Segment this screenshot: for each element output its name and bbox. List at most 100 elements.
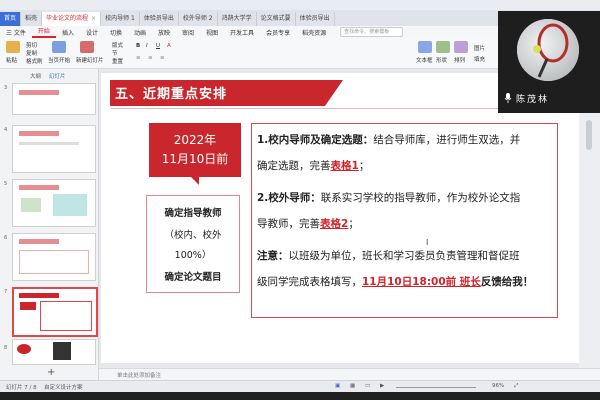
slide-number: 8 [4, 345, 8, 351]
microphone-icon[interactable] [504, 93, 512, 103]
normal-view-icon[interactable]: ▣ [335, 383, 340, 389]
task-line-3: 100%） [174, 250, 212, 261]
copy-button[interactable]: 复制 [26, 49, 37, 57]
window-top-strip [0, 0, 600, 10]
section-button[interactable]: 节 [112, 49, 118, 57]
menu-review[interactable]: 审阅 [176, 28, 200, 37]
bold-icon[interactable]: B [136, 43, 140, 49]
menu-docer[interactable]: 稻壳资源 [296, 28, 332, 37]
new-slide-button[interactable]: 新建幻灯片 [76, 56, 104, 64]
tab-export-1[interactable]: 体验员导出 [140, 12, 179, 26]
vertical-scrollbar[interactable] [580, 69, 600, 368]
add-slide-icon[interactable]: + [47, 367, 55, 378]
screen-bottom-edge [0, 392, 600, 400]
underline-icon[interactable]: U [156, 43, 160, 49]
tab-label: 毕业论文的流程 [46, 15, 89, 22]
task-box: 确定指导教师 （校内、校外 100%） 确定论文题目 [146, 195, 240, 293]
zoom-slider[interactable] [396, 387, 476, 388]
shape-button[interactable]: 形状 [436, 56, 447, 64]
slide-thumbnail[interactable] [12, 339, 96, 365]
tab-format[interactable]: 论文格式要 [257, 12, 296, 26]
slide-thumbnail[interactable] [12, 83, 96, 115]
from-current-button[interactable]: 当页开始 [48, 56, 70, 64]
thumb-box [19, 250, 89, 274]
menu-developer[interactable]: 开发工具 [224, 28, 260, 37]
tab-docer[interactable]: 稻壳 [21, 12, 43, 26]
align-left-icon[interactable]: ≡ [136, 55, 141, 61]
close-icon[interactable]: × [91, 15, 96, 22]
shape-icon[interactable] [436, 41, 450, 53]
menu-slideshow[interactable]: 放映 [152, 28, 176, 37]
italic-icon[interactable]: I [146, 43, 148, 49]
layout-button[interactable]: 版式 [112, 41, 123, 49]
text-box-button[interactable]: 文本框 [416, 56, 433, 64]
reset-button[interactable]: 重置 [112, 57, 123, 65]
tab-thesis-process[interactable]: 毕业论文的流程 × [42, 12, 102, 26]
paste-icon[interactable] [6, 41, 20, 53]
font-color-icon[interactable]: A [167, 43, 171, 49]
tab-label: 体验员导出 [299, 15, 330, 22]
align-right-icon[interactable]: ≡ [160, 55, 165, 61]
tab-university[interactable]: 鸿鹄大学学 [218, 12, 257, 26]
p1-heading: 1.校内导师及确定选题： [257, 134, 374, 146]
p1-text: 结合导师库，进行师生双选，并 [373, 134, 521, 146]
zoom-level: 96% [492, 383, 505, 389]
menu-start[interactable]: 开始 [31, 27, 56, 38]
fit-window-icon[interactable]: ⤢ [514, 383, 518, 390]
tab-internal-advisor[interactable]: 校内导师 1 [101, 12, 140, 26]
thumb-title-bar [19, 185, 59, 190]
title-divider [111, 108, 561, 109]
slide-thumbnail[interactable] [12, 233, 96, 281]
slide-thumbnail-selected[interactable] [12, 287, 98, 337]
menu-insert[interactable]: 插入 [56, 28, 80, 37]
menu-file[interactable]: 三 文件 [0, 28, 32, 37]
thumb-title-bar [19, 131, 59, 136]
arrange-button[interactable]: 排列 [454, 56, 465, 64]
slideshow-icon[interactable]: ▶ [380, 383, 384, 389]
p2-text: 联系实习学校的指导教师，作为校外论文指 [320, 192, 521, 204]
menu-design[interactable]: 设计 [80, 28, 104, 37]
command-search-input[interactable]: 查找命令、搜索模板 [340, 27, 404, 37]
participant-video-tile[interactable]: 陈茂林 [498, 11, 600, 113]
thumb-date-box [20, 302, 36, 310]
p2-line-2: 导教师，完善表格2； [257, 216, 359, 231]
title-banner-tip [325, 80, 343, 106]
tab-label: 校外导师 2 [182, 15, 213, 22]
tab-home[interactable]: 首页 [0, 12, 22, 26]
thumb-image [21, 198, 41, 212]
arrange-icon[interactable] [454, 41, 468, 53]
menu-animation[interactable]: 动画 [128, 28, 152, 37]
current-slide[interactable]: 五、近期重点安排 2022年 11月10日前 确定指导教师 （校内、校外 100… [101, 73, 579, 363]
avatar [517, 19, 579, 81]
picture-button[interactable]: 图片 [474, 44, 485, 52]
menu-member[interactable]: 会员专享 [260, 28, 296, 37]
tab-slides[interactable]: 幻灯片 [49, 74, 66, 80]
tab-outline[interactable]: 大纲 [30, 74, 41, 80]
p1-end: ； [358, 160, 370, 172]
menu-view[interactable]: 视图 [200, 28, 224, 37]
p2-table-link: 表格2 [320, 218, 349, 230]
new-slide-icon[interactable] [80, 41, 94, 53]
paste-button[interactable]: 粘贴 [6, 56, 17, 64]
reading-view-icon[interactable]: ▭ [365, 383, 370, 389]
fill-button[interactable]: 填充 [474, 55, 485, 63]
scrollbar-thumb[interactable] [586, 120, 592, 150]
thumb-badge [17, 344, 31, 354]
slide-number: 6 [4, 235, 8, 241]
align-center-icon[interactable]: ≡ [148, 55, 153, 61]
note-line-2: 级同学完成表格填写，11月10日18:00前 班长反馈给我！ [257, 274, 533, 289]
p2-text-2: 导教师，完善 [257, 218, 320, 230]
tab-export-2[interactable]: 体验员导出 [296, 12, 335, 26]
note-end: 反馈给我！ [480, 276, 534, 288]
note-deadline: 11月10日18:00前 班长 [362, 276, 481, 288]
cut-button[interactable]: 剪切 [26, 41, 37, 49]
play-icon[interactable] [52, 41, 66, 53]
tab-external-advisor[interactable]: 校外导师 2 [179, 12, 218, 26]
task-line-2: （校内、校外 [164, 230, 222, 241]
slide-thumbnail[interactable] [12, 179, 96, 227]
slide-thumbnail[interactable] [12, 125, 96, 173]
format-painter-button[interactable]: 格式刷 [26, 57, 43, 65]
menu-transition[interactable]: 切换 [104, 28, 128, 37]
sorter-view-icon[interactable]: ▦ [350, 383, 355, 389]
text-box-icon[interactable] [418, 41, 432, 53]
